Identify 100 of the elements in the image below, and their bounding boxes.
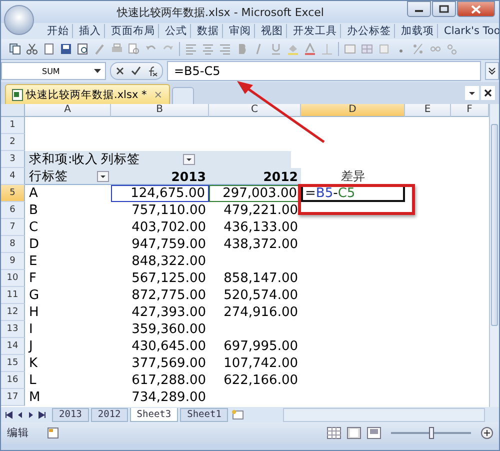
row-header[interactable]: 7 [1,219,25,236]
normal-view-icon[interactable] [327,427,341,439]
row-header[interactable]: 11 [1,287,25,304]
cell-text: J [29,339,33,354]
column-header[interactable]: B [111,104,209,117]
row-header[interactable]: 2 [1,134,25,151]
row-header[interactable]: 13 [1,321,25,338]
row-header[interactable]: 10 [1,270,25,287]
dropdown-icon[interactable] [465,86,479,100]
table-icon[interactable] [361,43,373,55]
underline-icon[interactable] [270,43,282,55]
cell-text: L [29,373,36,388]
previous-sheet-icon[interactable] [16,410,24,418]
row-header[interactable]: 16 [1,372,25,389]
expand-button[interactable] [485,62,499,80]
row-header[interactable]: 14 [1,338,25,355]
cell-text: 757,110.00 [132,203,206,218]
cell-text: 697,995.00 [224,339,298,354]
insert-sheet-icon[interactable] [230,408,246,420]
row-header[interactable]: 9 [1,253,25,270]
cell-text: A [29,186,38,201]
formula-field[interactable]: =B5-C5 [167,61,481,81]
cancel-icon[interactable] [115,66,125,76]
new-document-icon[interactable] [43,43,55,55]
row-header[interactable]: 6 [1,202,25,219]
zoom-in-icon[interactable] [481,427,493,439]
zoom-slider[interactable] [429,427,434,439]
row-header[interactable]: 12 [1,304,25,321]
print-icon[interactable] [111,43,123,55]
ribbon-tab[interactable]: 公式 [162,24,191,38]
next-sheet-icon[interactable] [27,410,35,418]
sheet-tab[interactable]: Sheet3 [130,408,178,422]
document-title: 快速比较两年数据.xlsx * [26,88,147,102]
ribbon-tab[interactable]: 数据 [194,24,223,38]
sheet-tab[interactable]: 2013 [52,408,89,422]
ribbon-tab[interactable]: 视图 [258,24,287,38]
close-tab-button[interactable]: × [154,88,163,100]
row-header[interactable]: 1 [1,117,25,134]
ribbon-tab[interactable]: 页面布局 [108,24,159,38]
insert-function-icon[interactable] [147,66,158,76]
column-header[interactable]: D [301,104,405,117]
cell-text: 520,574.00 [224,288,298,303]
maximize-button[interactable] [432,1,456,17]
close-icon[interactable] [481,86,495,100]
decrease-decimal-icon[interactable] [446,43,458,55]
last-sheet-icon[interactable] [38,410,46,418]
page-layout-icon[interactable] [347,427,361,439]
check-icon[interactable] [131,66,141,76]
bold-icon[interactable] [236,43,248,55]
cell-text: I [29,322,33,337]
ribbon-tab[interactable]: 加载项 [398,24,438,38]
row-header[interactable]: 4 [1,168,25,185]
find-icon[interactable] [128,43,140,55]
sheet-tab[interactable]: Sheet1 [180,408,228,422]
filter-dropdown-icon[interactable] [183,154,195,165]
ribbon-tab[interactable]: 开发工具 [290,24,341,38]
column-header[interactable]: F [451,104,489,117]
ribbon-tab[interactable]: 插入 [76,24,105,38]
row-header[interactable]: 3 [1,151,25,168]
ribbon-tab[interactable]: 办公标签 [344,24,395,38]
ribbon-tab[interactable]: 审阅 [226,24,255,38]
ribbon-tab[interactable]: 开始 [44,24,73,38]
cell-text: D [29,237,40,252]
horizontal-scrollbar[interactable] [283,408,485,422]
row-header[interactable]: 15 [1,355,25,372]
align-right-icon[interactable] [219,43,231,55]
page-break-icon[interactable] [367,427,381,439]
percent-icon[interactable] [412,43,424,55]
cell-text: C [29,220,38,235]
first-sheet-icon[interactable] [5,410,13,418]
minimize-button[interactable] [407,1,431,17]
document-tab[interactable]: 快速比较两年数据.xlsx * × [5,84,170,104]
vertical-scrollbar[interactable] [489,104,499,407]
save-icon[interactable] [60,43,72,55]
align-left-icon[interactable] [185,43,197,55]
font-color-icon[interactable] [304,43,316,55]
cell-text: 947,759.00 [132,237,206,252]
cell-text: F [29,271,36,286]
cell-text: E [29,254,38,269]
row-header[interactable]: 8 [1,236,25,253]
cell-text: 107,742.00 [224,356,298,371]
cell-text: 列标签 [101,151,140,168]
column-header[interactable]: A [25,104,111,117]
cell-text: 2012 [263,168,298,184]
copy-icon[interactable] [9,43,21,55]
office-button[interactable] [4,5,34,35]
cell-text: 403,702.00 [132,220,206,235]
row-header[interactable]: 5 [1,185,25,202]
row-header[interactable]: 17 [1,389,25,406]
column-header[interactable]: E [405,104,451,117]
filter-dropdown-icon[interactable] [97,171,109,182]
macro-record-icon[interactable] [47,427,59,439]
close-button[interactable] [457,1,495,17]
print-preview-icon[interactable] [77,43,89,55]
scissors-icon[interactable] [26,43,38,55]
name-box[interactable]: SUM [1,62,106,80]
column-header[interactable]: C [209,104,301,117]
sheet-tab[interactable]: 2012 [90,408,128,422]
fill-color-icon[interactable] [287,43,299,55]
align-center-icon[interactable] [202,43,214,55]
